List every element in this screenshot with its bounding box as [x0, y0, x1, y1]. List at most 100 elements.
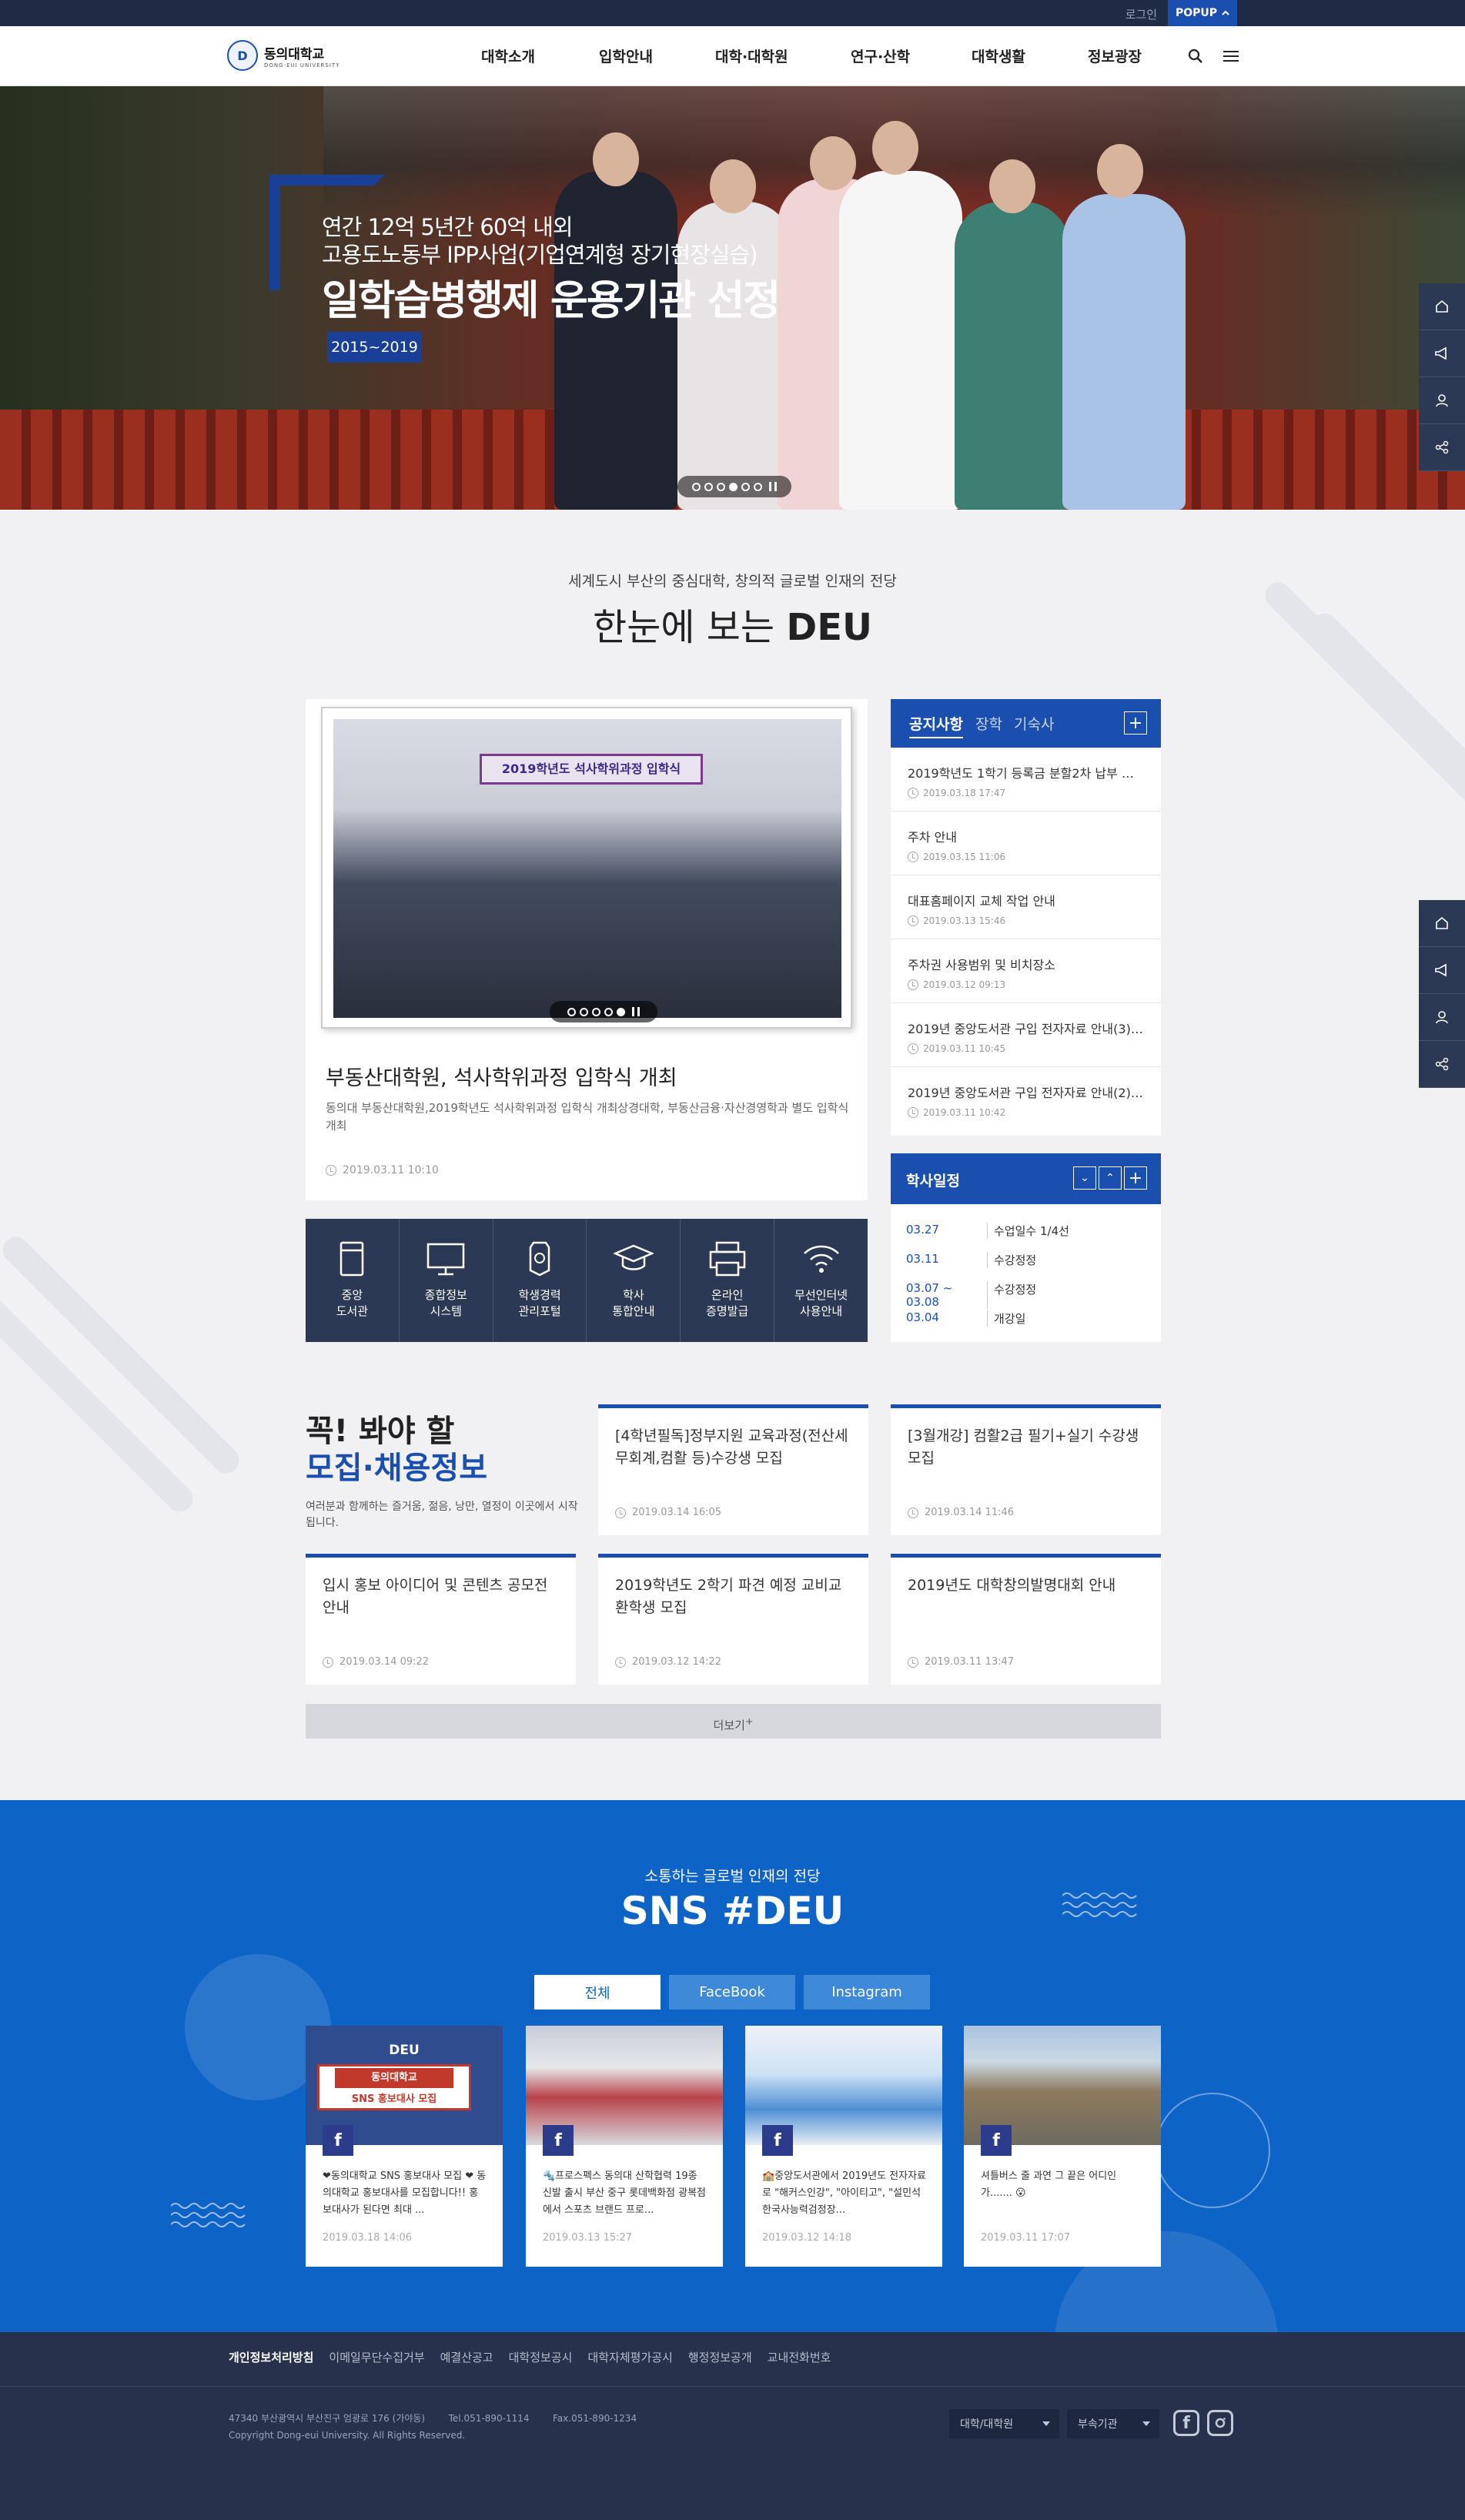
recruit-card[interactable]: [4학년필독]정부지원 교육과정(전산세무회계,컴활 등)수강생 모집 2019.…	[598, 1404, 868, 1535]
sns-card[interactable]: f 🔩프로스펙스 동의대 산학협력 19종 신발 출시 부산 중구 롯데백화점 …	[526, 2026, 723, 2267]
college-select[interactable]: 대학/대학원	[949, 2409, 1059, 2438]
slide-dot[interactable]	[741, 482, 750, 491]
calendar-row[interactable]: 03.27 수업일수 1/4선	[906, 1223, 1069, 1239]
notice-date: 2019.03.12 09:13	[923, 979, 1006, 990]
megaphone-icon[interactable]	[1419, 947, 1465, 994]
sns-card[interactable]: DEU 동의대학교 SNS 홍보대사 모집 f ❤동의대학교 SNS 홍보대사 모…	[306, 2026, 503, 2267]
notice-item[interactable]: 2019년 중앙도서관 구입 전자자료 안내(2) -... 2019.03.11…	[891, 1067, 1161, 1131]
slide-dot[interactable]	[567, 1007, 576, 1016]
plus-icon[interactable]: +	[1124, 711, 1147, 735]
sns-card[interactable]: f 셔틀버스 줄 과연 그 끝은 어디인가....... 😮 2019.03.1…	[964, 2026, 1161, 2267]
recruit-card[interactable]: 2019년도 대학창의발명대회 안내 2019.03.11 13:47	[891, 1554, 1161, 1685]
slide-dot[interactable]	[717, 482, 725, 491]
slide-dot-active[interactable]	[617, 1007, 625, 1016]
tab-notice[interactable]: 공지사항	[909, 713, 963, 738]
footer-link[interactable]: 이메일무단수집거부	[329, 2349, 424, 2365]
pause-icon[interactable]	[632, 1007, 640, 1016]
slide-dot[interactable]	[704, 482, 713, 491]
academic-calendar: 학사일정 ⌄ ⌃ + 03.27 수업일수 1/4선 03.11 수강정정 03.0…	[891, 1153, 1161, 1342]
tab-scholarship[interactable]: 장학	[975, 713, 1002, 734]
footer-link[interactable]: 행정정보공개	[688, 2349, 752, 2365]
megaphone-icon[interactable]	[1419, 330, 1465, 377]
slide-dot[interactable]	[592, 1007, 600, 1016]
nav-admission[interactable]: 입학안내	[599, 45, 653, 66]
notice-item[interactable]: 주차권 사용범위 및 비치장소 2019.03.12 09:13	[891, 939, 1161, 1003]
notice-item[interactable]: 2019학년도 1학기 등록금 분할2차 납부 안내 2019.03.18 17:…	[891, 748, 1161, 812]
photo-news-title[interactable]: 부동산대학원, 석사학위과정 입학식 개최	[326, 1061, 677, 1091]
facebook-icon: f	[762, 2125, 793, 2156]
popup-button[interactable]: POPUP	[1168, 0, 1237, 26]
nav-about[interactable]: 대학소개	[481, 45, 535, 66]
footer-link[interactable]: 대학정보공시	[509, 2349, 573, 2365]
user-icon[interactable]	[1419, 994, 1465, 1041]
calendar-row[interactable]: 03.07 ~ 03.08 수강정정	[906, 1281, 1036, 1309]
hero-line-2: 고용도노동부 IPP사업(기업연계형 장기현장실습)	[322, 242, 758, 268]
facebook-icon[interactable]: f	[1173, 2410, 1199, 2436]
slide-dot-active[interactable]	[729, 482, 738, 491]
tab-dormitory[interactable]: 기숙사	[1014, 713, 1054, 734]
instagram-icon[interactable]	[1207, 2410, 1233, 2436]
slide-dot[interactable]	[604, 1007, 613, 1016]
tab-facebook[interactable]: FaceBook	[669, 1975, 795, 2010]
user-icon[interactable]	[1419, 377, 1465, 424]
popup-label: POPUP	[1175, 7, 1218, 19]
nav-info-plaza[interactable]: 정보광장	[1088, 45, 1142, 66]
home-icon[interactable]	[1419, 283, 1465, 330]
recruit-card[interactable]: 2019학년도 2학기 파견 예정 교비교환학생 모집 2019.03.12 14…	[598, 1554, 868, 1685]
quick-link-library[interactable]: 중앙 도서관	[306, 1219, 400, 1342]
monitor-icon	[426, 1243, 465, 1276]
notice-header: 공지사항 장학 기숙사 +	[891, 699, 1161, 748]
search-icon[interactable]	[1184, 45, 1207, 68]
notice-item[interactable]: 2019년 중앙도서관 구입 전자자료 안내(3) - ... 2019.03.1…	[891, 1003, 1161, 1067]
footer-link[interactable]: 대학자체평가공시	[587, 2349, 672, 2365]
notice-title: 주차권 사용범위 및 비치장소	[908, 958, 1055, 972]
deu-subtitle: 세계도시 부산의 중심대학, 창의적 글로벌 인재의 전당	[568, 573, 897, 590]
pause-icon[interactable]	[769, 482, 777, 491]
nav-campus-life[interactable]: 대학생활	[972, 45, 1025, 66]
sns-image-text: DEU	[389, 2043, 420, 2058]
footer-link-privacy[interactable]: 개인정보처리방침	[229, 2349, 313, 2365]
slide-dot[interactable]	[580, 1007, 588, 1016]
sns-card-date: 2019.03.18 14:06	[323, 2232, 413, 2244]
tab-all[interactable]: 전체	[534, 1975, 661, 2010]
more-button[interactable]: 더보기+	[306, 1704, 1161, 1739]
hero-person	[1062, 194, 1186, 510]
chevron-down-icon[interactable]: ⌄	[1073, 1166, 1096, 1190]
recruit-title: 입시 홍보 아이디어 및 콘텐츠 공모전 안내	[323, 1577, 548, 1616]
recruit-card[interactable]: [3월개강] 컴활2급 필기+실기 수강생모집 2019.03.14 11:46	[891, 1404, 1161, 1535]
login-link[interactable]: 로그인	[1126, 6, 1157, 22]
nav-colleges[interactable]: 대학·대학원	[715, 45, 788, 66]
calendar-row[interactable]: 03.04 개강일	[906, 1310, 1025, 1327]
quick-link-wifi[interactable]: 무선인터넷 사용안내	[774, 1219, 868, 1342]
footer-link[interactable]: 예결산공고	[440, 2349, 493, 2365]
affiliate-select[interactable]: 부속기관	[1067, 2409, 1159, 2438]
quick-link-info-system[interactable]: 종합정보 시스템	[400, 1219, 493, 1342]
facebook-icon: f	[981, 2125, 1012, 2156]
recruit-card[interactable]: 입시 홍보 아이디어 및 콘텐츠 공모전 안내 2019.03.14 09:22	[306, 1554, 576, 1685]
university-logo[interactable]: D 동의대학교 DONG-EUI UNIVERSITY	[227, 40, 339, 71]
sns-card[interactable]: f 🏫중앙도서관에서 2019년도 전자자료로 "해커스인강", "아이티고",…	[745, 2026, 942, 2267]
slide-dot[interactable]	[754, 482, 762, 491]
notice-item[interactable]: 주차 안내 2019.03.15 11:06	[891, 812, 1161, 875]
nav-research[interactable]: 연구·산학	[851, 45, 910, 66]
clock-icon	[908, 1107, 918, 1118]
site-header: D 동의대학교 DONG-EUI UNIVERSITY 대학소개 입학안내 대학…	[0, 26, 1465, 86]
photo-news-card[interactable]: 2019학년도 석사학위과정 입학식 부동산대학원, 석사학위과정 입학식 개최…	[306, 699, 868, 1200]
notice-item[interactable]: 대표홈페이지 교체 작업 안내 2019.03.13 15:46	[891, 875, 1161, 939]
share-icon[interactable]	[1419, 1041, 1465, 1088]
tab-instagram[interactable]: Instagram	[804, 1975, 930, 2010]
quick-link-academic-guide[interactable]: 학사 통합안내	[587, 1219, 681, 1342]
sns-subtitle: 소통하는 글로벌 인재의 전당	[644, 1868, 821, 1885]
footer-link[interactable]: 교내전화번호	[768, 2349, 831, 2365]
hero-banner[interactable]: 연간 12억 5년간 60억 내외 고용도노동부 IPP사업(기업연계형 장기현…	[0, 86, 1465, 510]
home-icon[interactable]	[1419, 900, 1465, 947]
quick-link-career-portal[interactable]: 학생경력 관리포털	[493, 1219, 587, 1342]
photo-news-date: 2019.03.11 10:10	[343, 1164, 439, 1176]
chevron-up-icon[interactable]: ⌃	[1099, 1166, 1122, 1190]
calendar-row[interactable]: 03.11 수강정정	[906, 1252, 1036, 1268]
quick-link-certificate[interactable]: 온라인 증명발급	[681, 1219, 775, 1342]
share-icon[interactable]	[1419, 424, 1465, 471]
plus-icon[interactable]: +	[1124, 1166, 1147, 1190]
slide-dot[interactable]	[692, 482, 701, 491]
menu-icon[interactable]	[1219, 45, 1243, 68]
